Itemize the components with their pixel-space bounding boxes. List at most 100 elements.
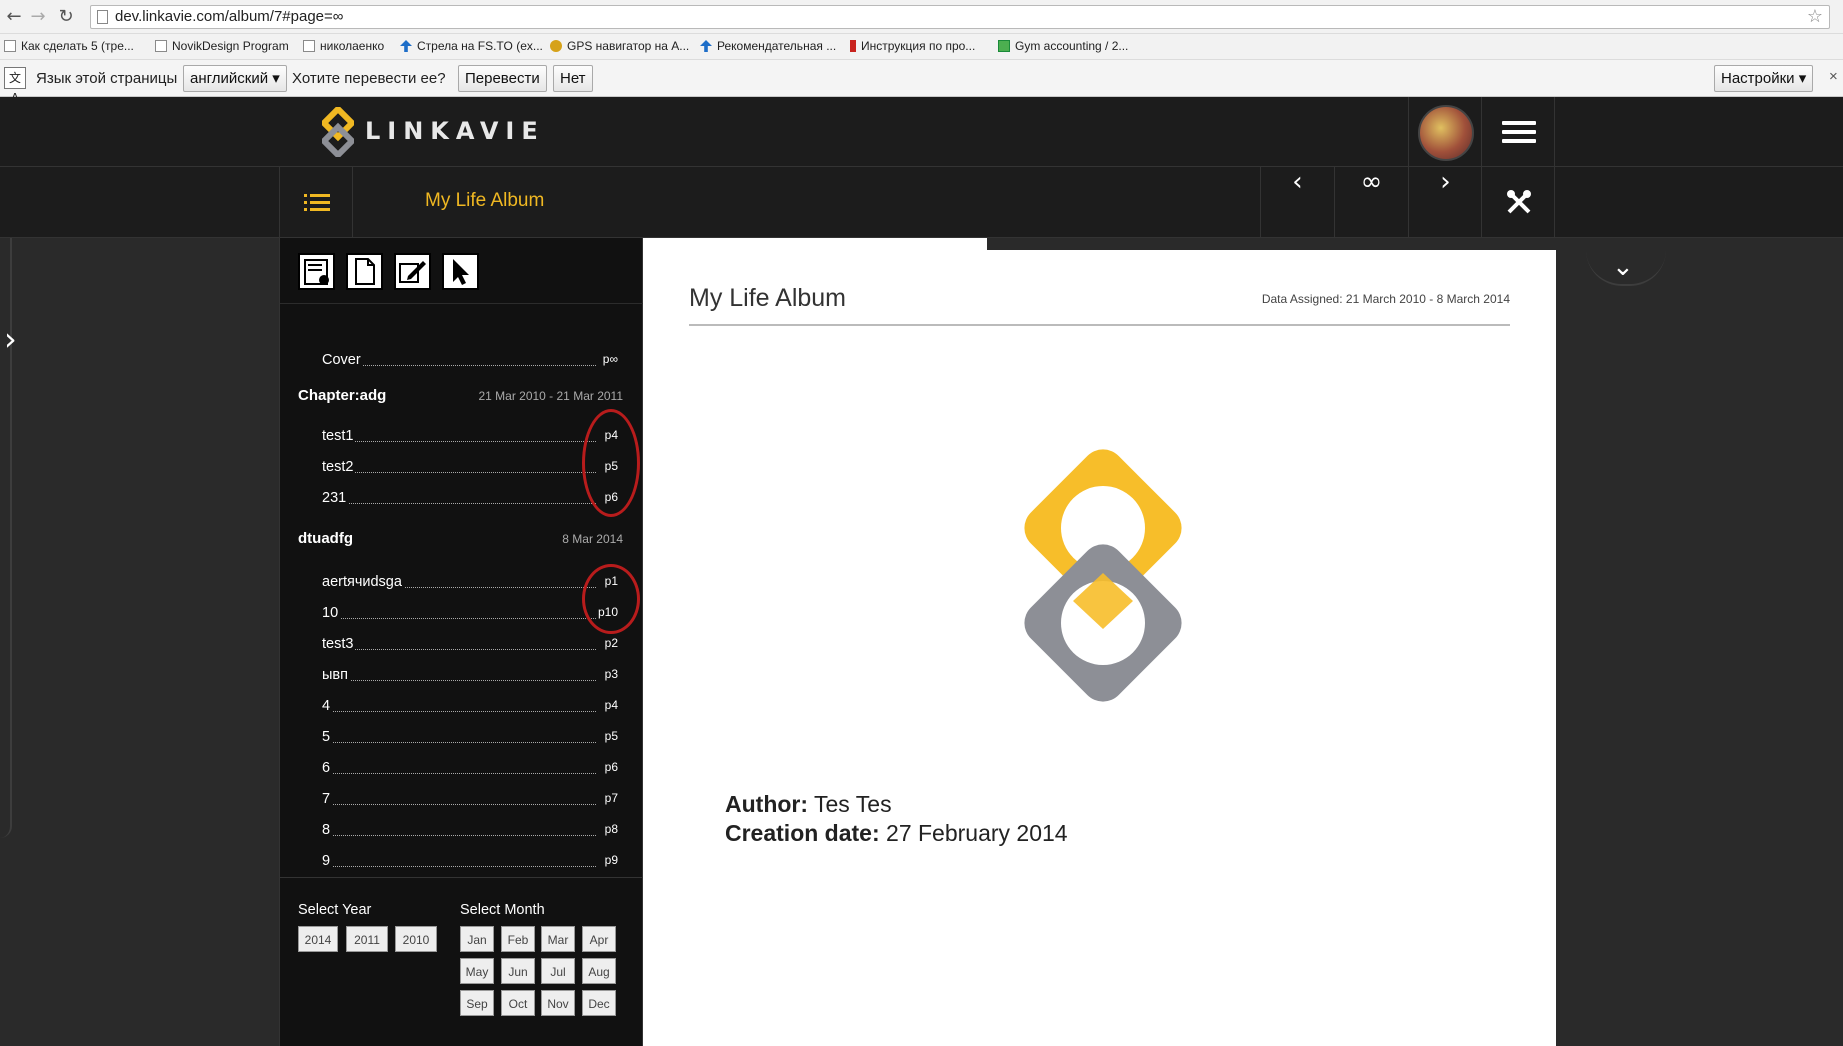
page-language-label: Язык этой страницы <box>36 70 178 87</box>
month-button[interactable]: Jul <box>541 958 575 984</box>
settings-button[interactable]: Настройки ▾ <box>1714 65 1814 92</box>
infinity-icon: ∞ <box>1360 167 1383 197</box>
month-button[interactable]: Jun <box>501 958 535 984</box>
table-of-contents: Cover p∞ Chapter:adg 21 Mar 2010 - 21 Ma… <box>280 304 644 878</box>
toc-item-cover[interactable]: Cover p∞ <box>322 352 618 370</box>
wrench-screwdriver-icon <box>1507 190 1531 214</box>
spreadsheet-icon <box>998 40 1010 52</box>
page-icon <box>303 40 315 52</box>
author-name: Tes Tes <box>814 791 892 817</box>
creation-date-label: Creation date: <box>725 820 880 846</box>
toc-item[interactable]: 5 p5 <box>322 729 618 747</box>
translate-question: Хотите перевести ее? <box>292 70 446 87</box>
chapter-name: dtuadfg <box>298 530 353 547</box>
album-meta: Author: Tes Tes Creation date: 27 Februa… <box>725 790 1068 848</box>
expand-left-panel-icon[interactable]: › <box>4 320 40 370</box>
month-button[interactable]: Apr <box>582 926 616 952</box>
new-page-icon[interactable] <box>346 253 383 290</box>
toc-toggle-button[interactable] <box>279 167 353 238</box>
no-button[interactable]: Нет <box>553 65 593 92</box>
toc-item[interactable]: test1 p4 <box>322 428 618 446</box>
bookmark-item[interactable]: николаенко <box>303 39 384 53</box>
month-button[interactable]: Sep <box>460 990 494 1016</box>
infinity-page-button[interactable]: ∞ <box>1334 167 1408 238</box>
chapter-header[interactable]: dtuadfg 8 Mar 2014 <box>298 530 623 552</box>
chevron-left-icon: ‹ <box>1292 167 1303 197</box>
month-button[interactable]: Feb <box>501 926 535 952</box>
month-button[interactable]: Aug <box>582 958 616 984</box>
chapter-dates: 8 Mar 2014 <box>562 532 623 546</box>
logo-icon[interactable] <box>322 107 354 157</box>
bookmark-item[interactable]: Стрела на FS.TO (ex... <box>400 39 543 53</box>
prev-page-button[interactable]: ‹ <box>1260 167 1334 238</box>
month-button[interactable]: Jan <box>460 926 494 952</box>
toc-item[interactable]: 8 p8 <box>322 822 618 840</box>
month-button[interactable]: Oct <box>501 990 535 1016</box>
toc-item[interactable]: 10 p10 <box>322 605 618 623</box>
bookmark-item[interactable]: Как сделать 5 (тре... <box>4 39 134 53</box>
info-icon <box>850 40 856 52</box>
bookmark-item[interactable]: Gym accounting / 2... <box>998 39 1128 53</box>
bookmark-item[interactable]: NovikDesign Program <box>155 39 289 53</box>
toc-item[interactable]: 4 p4 <box>322 698 618 716</box>
arrow-up-icon <box>700 40 712 52</box>
chapter-header[interactable]: Chapter:adg 21 Mar 2010 - 21 Mar 2011 <box>298 387 623 409</box>
next-page-button[interactable]: › <box>1408 167 1482 238</box>
page-icon <box>97 10 108 24</box>
bookmark-icon <box>4 40 16 52</box>
year-button[interactable]: 2014 <box>298 926 338 952</box>
forward-icon[interactable]: → <box>28 7 48 27</box>
toc-item[interactable]: 6 p6 <box>322 760 618 778</box>
address-bar[interactable]: dev.linkavie.com/album/7#page=∞ ☆ <box>90 5 1830 29</box>
month-button[interactable]: Mar <box>541 926 575 952</box>
collapse-toggle[interactable]: ⌄ <box>1586 250 1666 286</box>
album-title: My Life Album <box>425 190 545 211</box>
chapter-name: Chapter:adg <box>298 387 387 404</box>
tools-button[interactable] <box>1481 167 1555 238</box>
page-icon <box>155 40 167 52</box>
back-icon[interactable]: ← <box>4 7 24 27</box>
avatar <box>1418 105 1474 161</box>
chevron-down-icon: ⌄ <box>1612 252 1634 282</box>
browser-toolbar: ← → ↻ dev.linkavie.com/album/7#page=∞ ☆ <box>0 0 1843 34</box>
bookmark-star-icon[interactable]: ☆ <box>1807 6 1823 27</box>
app-header: LINKAVIE <box>0 97 1843 167</box>
bookmark-item[interactable]: GPS навигатор на А... <box>550 39 689 53</box>
month-button[interactable]: Nov <box>541 990 575 1016</box>
toc-item[interactable]: test3 p2 <box>322 636 618 654</box>
date-filters: Select Year Select Month 2014 2011 2010 … <box>280 878 644 1046</box>
translate-icon: 文A <box>4 67 26 105</box>
toc-item-page: p∞ <box>600 352 618 366</box>
creation-date: 27 February 2014 <box>886 820 1068 846</box>
chapter-dates: 21 Mar 2010 - 21 Mar 2011 <box>478 389 623 403</box>
page-tab <box>987 238 1556 250</box>
year-button[interactable]: 2011 <box>346 926 388 952</box>
linkavie-logo-icon <box>1024 449 1182 702</box>
toc-item[interactable]: ывп p3 <box>322 667 618 685</box>
month-button[interactable]: May <box>460 958 494 984</box>
month-button[interactable]: Dec <box>582 990 616 1016</box>
pointer-icon[interactable] <box>442 253 479 290</box>
bookmark-item[interactable]: Инструкция по про... <box>850 39 975 53</box>
avatar-button[interactable] <box>1408 97 1481 167</box>
select-month-label: Select Month <box>460 902 545 918</box>
album-toolbar: My Life Album ‹ ∞ › <box>0 167 1843 238</box>
edit-icon[interactable] <box>394 253 431 290</box>
language-select[interactable]: английский ▾ <box>183 65 287 92</box>
translate-button[interactable]: Перевести <box>458 65 547 92</box>
page-settings-icon[interactable] <box>298 253 335 290</box>
year-button[interactable]: 2010 <box>395 926 437 952</box>
url-text[interactable]: dev.linkavie.com/album/7#page=∞ <box>115 8 343 25</box>
toc-item[interactable]: test2 p5 <box>322 459 618 477</box>
toc-item[interactable]: 9 p9 <box>322 853 618 871</box>
reload-icon[interactable]: ↻ <box>56 7 76 27</box>
logo-text[interactable]: LINKAVIE <box>365 117 545 145</box>
main-menu-button[interactable] <box>1481 97 1555 167</box>
close-icon[interactable]: × <box>1829 68 1838 85</box>
toc-item[interactable]: 7 p7 <box>322 791 618 809</box>
bookmark-item[interactable]: Рекомендательная ... <box>700 39 836 53</box>
toc-item-label: Cover <box>322 352 363 368</box>
toc-item[interactable]: aertячиdsga p1 <box>322 574 618 592</box>
toc-item[interactable]: 231 p6 <box>322 490 618 508</box>
chevron-right-icon: › <box>1440 167 1451 197</box>
